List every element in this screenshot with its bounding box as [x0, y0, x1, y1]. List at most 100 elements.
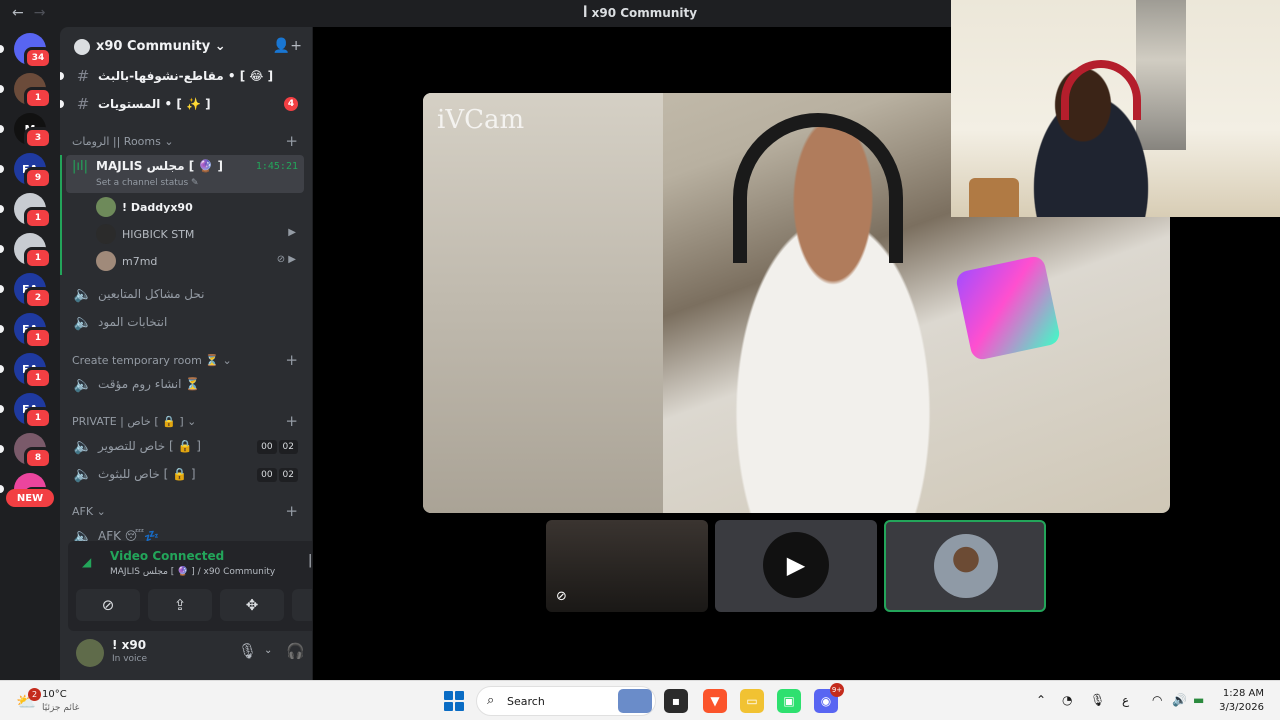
task-view-icon[interactable]: ▪	[664, 689, 688, 713]
create-channel-icon[interactable]: +	[285, 351, 298, 369]
voice-status-panel: ◢ Video Connected MAJLIS مجلس [ 🔮 ] / x9…	[68, 541, 312, 631]
hash-icon: #	[76, 67, 90, 85]
webcam-overlay	[951, 0, 1280, 217]
voice-channel[interactable]: 🔈 خاص للبثوث [ 🔒 ] 00 02	[68, 461, 304, 487]
category-label: PRIVATE | خاص [ 🔒 ]	[72, 415, 184, 428]
voice-active-icon: |ıl|	[72, 159, 88, 174]
chevron-up-icon[interactable]: ⌃	[1036, 693, 1046, 707]
text-channel-levels[interactable]: # المستويات • [ ✨ ] 4	[60, 91, 304, 117]
avatar	[934, 534, 998, 598]
username[interactable]: ! x90	[112, 638, 146, 652]
connected-channel[interactable]: MAJLIS مجلس [ 🔮 ] / x90 Community	[110, 567, 275, 577]
participant-tile[interactable]: ▶	[715, 520, 877, 612]
server-icon[interactable]: EA1	[0, 393, 52, 429]
microphone-icon[interactable]: 🎙	[238, 642, 257, 660]
user-panel: ! x90 In voice 🎙 ⌄ 🎧 ⌄ ⚙	[68, 633, 312, 675]
volume-icon[interactable]: 🔊	[1172, 693, 1187, 707]
new-badge: NEW	[6, 489, 54, 507]
voice-channel-majlis[interactable]: |ıl| MAJLIS مجلس [ 🔮 ] 1:45:21 Set a cha…	[66, 155, 304, 193]
category-afk[interactable]: AFK ⌄ +	[72, 502, 304, 520]
voice-user[interactable]: m7md ⊘ ▶	[96, 249, 304, 273]
unread-pip	[0, 285, 4, 293]
weather-widget[interactable]: ⛅ 2 10°C غائم جزئيًا	[16, 686, 106, 716]
unread-indicator	[60, 100, 64, 108]
muted-mic-icon: ⊘	[556, 589, 567, 604]
voice-channel[interactable]: 🔈 خاص للتصوير [ 🔒 ] 00 02	[68, 433, 304, 459]
participant-tile[interactable]: ⊘	[546, 520, 708, 612]
guild-header[interactable]: x90 Community ⌄ 👤+	[60, 27, 312, 67]
windows-logo-icon	[444, 691, 453, 700]
tray-app-icon[interactable]: ◔	[1062, 693, 1072, 707]
channel-name: نحل مشاكل المتابعين	[98, 287, 205, 301]
invite-people-icon[interactable]: 👤+	[273, 38, 302, 54]
avatar[interactable]	[76, 639, 104, 667]
server-icon[interactable]: EA1	[0, 353, 52, 389]
brave-browser-icon[interactable]: ▼	[703, 689, 727, 713]
avatar	[96, 197, 116, 217]
category-rooms[interactable]: الرومات || Rooms ⌄ +	[72, 132, 304, 150]
user-status: In voice	[112, 654, 148, 664]
channel-name: خاص للتصوير [ 🔒 ]	[98, 439, 201, 453]
server-icon[interactable]: 1	[0, 73, 52, 109]
headphones-icon[interactable]: 🎧	[286, 642, 305, 660]
category-temp[interactable]: Create temporary room ⏳ ⌄ +	[72, 351, 304, 369]
unread-pip	[0, 85, 4, 93]
connection-status[interactable]: Video Connected	[110, 549, 224, 563]
mention-badge: 3	[24, 127, 52, 149]
create-channel-icon[interactable]: +	[285, 412, 298, 430]
search-icon: ⌕	[487, 693, 495, 708]
window-title-text: x90 Community	[591, 6, 698, 20]
server-icon[interactable]: 1	[0, 233, 52, 269]
speaker-lock-icon: 🔈	[73, 285, 93, 303]
server-icon[interactable]: EA9	[0, 153, 52, 189]
participant-tile-speaking[interactable]	[884, 520, 1046, 612]
screen-share-button[interactable]: ⇪	[148, 589, 212, 621]
server-icon[interactable]: 8	[0, 433, 52, 469]
voice-user[interactable]: HIGBICK STM ▶	[96, 222, 304, 246]
android-app-icon[interactable]: ▣	[777, 689, 801, 713]
server-list: 34 1 M3 EA9 1 1 EA2 EA1 EA1 EA1 8 1 3	[0, 27, 60, 680]
server-icon[interactable]: 34	[0, 33, 52, 69]
camera-off-button[interactable]: ⊘	[76, 589, 140, 621]
server-icon[interactable]: 1	[0, 193, 52, 229]
taskbar-clock[interactable]: 1:28 AM 3/3/2026	[1219, 687, 1264, 715]
voice-user[interactable]: ! Daddyx90	[96, 195, 304, 219]
pencil-icon: ✎	[191, 178, 199, 188]
noise-suppression-icon[interactable]: |ıl|	[308, 553, 312, 568]
create-channel-icon[interactable]: +	[285, 502, 298, 520]
category-private[interactable]: PRIVATE | خاص [ 🔒 ] ⌄ +	[72, 412, 304, 430]
text-channel-clips[interactable]: # مقاطع-نشوفها-بالبث • [ 😂 ]	[60, 63, 304, 89]
speaker-lock-icon: 🔈	[73, 437, 93, 455]
mention-badge: 1	[24, 327, 52, 349]
chevron-down-icon[interactable]: ⌄	[264, 645, 272, 656]
speaker-lock-icon: 🔈	[73, 465, 93, 483]
soundboard-button[interactable]: ♪	[292, 589, 312, 621]
voice-channel[interactable]: 🔈 انتخابات المود	[68, 309, 304, 335]
file-explorer-icon[interactable]: ▭	[740, 689, 764, 713]
input-language[interactable]: ع	[1122, 693, 1129, 707]
search-highlight-icon[interactable]	[618, 689, 652, 713]
create-channel-icon[interactable]: +	[285, 132, 298, 150]
microphone-tray-icon[interactable]: 🎙	[1090, 693, 1105, 707]
server-icon[interactable]: M3	[0, 113, 52, 149]
windows-logo-icon	[444, 702, 453, 711]
set-status-link[interactable]: Set a channel status ✎	[96, 178, 199, 188]
discord-icon[interactable]: ◉ 9+	[814, 683, 844, 713]
guild-name[interactable]: x90 Community ⌄	[96, 39, 226, 54]
channel-name: مقاطع-نشوفها-بالبث • [ 😂 ]	[98, 69, 274, 83]
server-icon[interactable]: EA2	[0, 273, 52, 309]
server-icon[interactable]: EA1	[0, 313, 52, 349]
voice-connected-line	[60, 155, 62, 275]
call-timer: 1:45:21	[255, 161, 298, 172]
user-limit-count: 02	[278, 440, 298, 454]
voice-channel[interactable]: 🔈 نحل مشاكل المتابعين	[68, 281, 304, 307]
signal-icon[interactable]: ◢	[82, 555, 91, 569]
battery-icon[interactable]: ▬	[1193, 693, 1204, 707]
activities-button[interactable]: ✥	[220, 589, 284, 621]
windows-taskbar: ⛅ 2 10°C غائم جزئيًا ⌕ Search ▪ ▼ ▭ ▣ ◉ 9…	[0, 680, 1280, 720]
hash-icon: #	[76, 95, 90, 113]
mention-badge: 1	[24, 87, 52, 109]
voice-channel[interactable]: 🔈 انشاء روم مؤقت ⏳	[68, 371, 304, 397]
start-button[interactable]	[444, 691, 464, 711]
wifi-icon[interactable]: ◠	[1152, 693, 1162, 707]
